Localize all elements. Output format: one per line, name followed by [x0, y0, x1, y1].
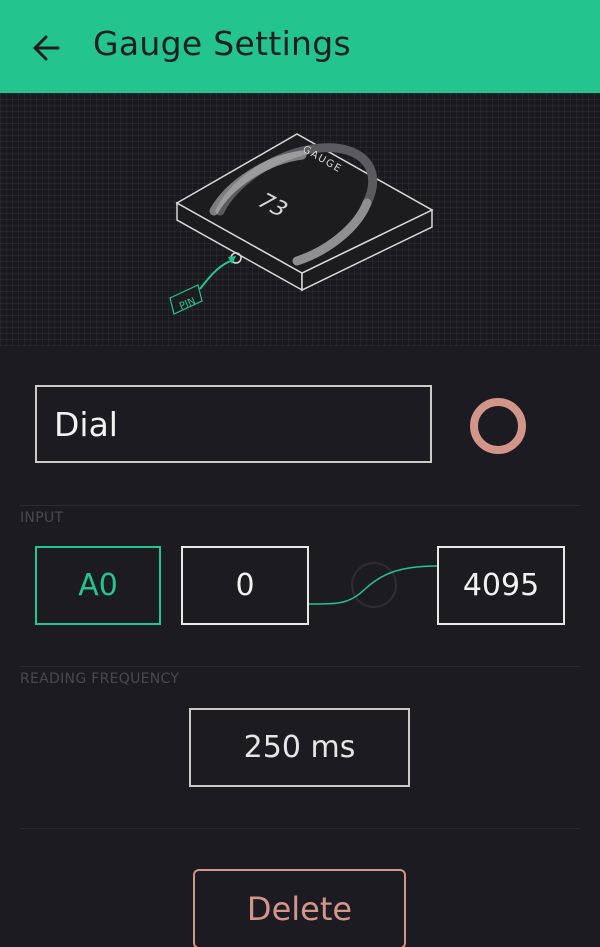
range-link-icon: [309, 562, 437, 608]
arrow-left-icon: [33, 35, 60, 61]
delete-button[interactable]: Delete: [193, 869, 406, 947]
frequency-section-label: READING FREQUENCY: [20, 671, 180, 687]
input-section-label: INPUT: [20, 510, 64, 526]
back-button[interactable]: [28, 28, 68, 68]
divider: [20, 505, 580, 506]
range-max-input[interactable]: 4095: [437, 546, 565, 625]
color-picker-button[interactable]: [470, 398, 526, 454]
gauge-widget-illustration: 73 GAUGE PIN: [169, 133, 434, 315]
widget-name-input[interactable]: Dial: [35, 385, 432, 463]
pin-select-button[interactable]: A0: [35, 546, 161, 625]
range-min-input[interactable]: 0: [181, 546, 309, 625]
reading-frequency-button[interactable]: 250 ms: [189, 708, 410, 787]
divider: [20, 666, 580, 667]
widget-preview: 73 GAUGE PIN: [0, 93, 600, 346]
app-header: Gauge Settings: [0, 0, 600, 93]
divider: [20, 828, 580, 829]
page-title: Gauge Settings: [93, 24, 352, 63]
gauge-settings-screen: Gauge Settings 73 GAUGE PIN Dial INPUT A…: [0, 0, 600, 947]
